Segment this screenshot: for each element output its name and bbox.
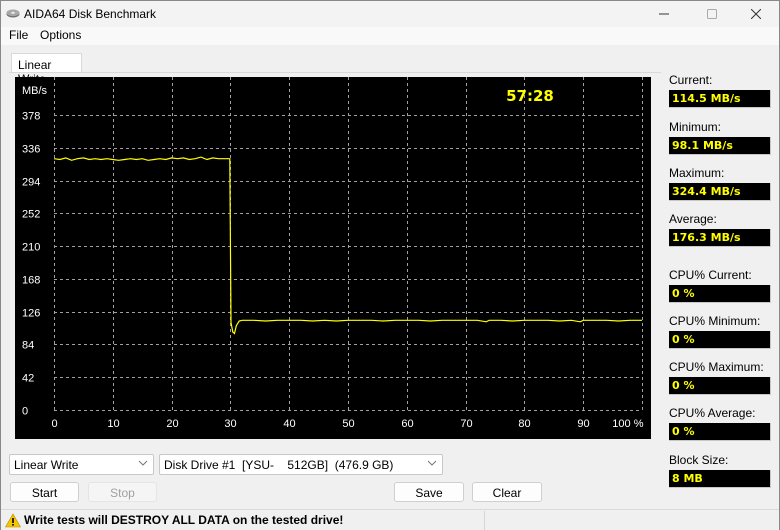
y-tick-label: 210: [22, 242, 40, 254]
stat-label-current: Current:: [669, 73, 713, 87]
stat-value-minimum: 98.1 MB/s: [669, 137, 771, 155]
stat-value-cpu-current: 0 %: [669, 285, 771, 303]
menu-bar: File Options: [1, 27, 779, 45]
close-icon: [751, 9, 761, 19]
warning-icon: [5, 513, 21, 528]
stat-label-maximum: Maximum:: [669, 166, 725, 180]
chart-svg: 0 42 84 126 168 210 252 294 336 378 0 10 20 30 40 50 60 7…: [22, 77, 644, 430]
elapsed-timer: 57:28: [506, 87, 554, 105]
stat-value-cpu-average: 0 %: [669, 423, 771, 441]
stat-value-block-size: 8 MB: [669, 470, 771, 488]
aida64-disk-benchmark-window: AIDA64 Disk Benchmark File Options Linea…: [0, 0, 780, 530]
maximize-icon: [707, 9, 717, 19]
save-button[interactable]: Save: [394, 482, 464, 502]
status-bar: Write tests will DESTROY ALL DATA on the…: [1, 509, 779, 530]
stop-button[interactable]: Stop: [88, 482, 157, 502]
close-button[interactable]: [733, 1, 779, 27]
maximize-button[interactable]: [689, 1, 735, 27]
tab-linear-write[interactable]: Linear Write: [11, 53, 82, 86]
stat-value-maximum: 324.4 MB/s: [669, 183, 771, 201]
test-type-value: Linear Write: [14, 458, 79, 472]
y-tick-label: 84: [22, 340, 34, 352]
minimize-icon: [659, 13, 669, 15]
status-separator: [484, 511, 485, 530]
stat-value-cpu-minimum: 0 %: [669, 331, 771, 349]
y-tick-label: 126: [22, 308, 40, 320]
menu-options[interactable]: Options: [40, 28, 81, 42]
x-tick-label: 10: [107, 418, 119, 430]
stat-label-cpu-current: CPU% Current:: [669, 268, 752, 282]
stat-label-block-size: Block Size:: [669, 453, 729, 467]
drive-value: Disk Drive #1 [YSU- 512GB] (476.9 GB): [164, 458, 394, 472]
tab-panel-divider: [9, 72, 661, 73]
y-tick-label: 0: [22, 406, 28, 418]
chevron-down-icon: [138, 460, 148, 466]
stat-label-cpu-minimum: CPU% Minimum:: [669, 314, 761, 328]
x-tick-label: 50: [342, 418, 354, 430]
clear-button[interactable]: Clear: [472, 482, 542, 502]
x-tick-label: 90: [577, 418, 589, 430]
x-tick-label: 40: [283, 418, 295, 430]
x-tick-label: 20: [166, 418, 178, 430]
minimize-button[interactable]: [641, 1, 687, 27]
stat-value-average: 176.3 MB/s: [669, 229, 771, 247]
y-tick-label: 168: [22, 275, 40, 287]
stat-label-cpu-maximum: CPU% Maximum:: [669, 360, 764, 374]
x-tick-label: 0: [51, 418, 57, 430]
stat-label-cpu-average: CPU% Average:: [669, 406, 756, 420]
x-tick-label: 100 %: [612, 418, 643, 430]
stat-label-minimum: Minimum:: [669, 120, 722, 134]
stat-value-current: 114.5 MB/s: [669, 90, 771, 108]
y-tick-label: 378: [22, 111, 40, 123]
chevron-down-icon: [427, 460, 437, 466]
start-button[interactable]: Start: [10, 482, 79, 502]
drive-select[interactable]: Disk Drive #1 [YSU- 512GB] (476.9 GB): [159, 454, 443, 475]
stat-label-average: Average:: [669, 212, 717, 226]
benchmark-chart: 0 42 84 126 168 210 252 294 336 378 0 10 20 30 40 50 60 7…: [15, 77, 651, 439]
disk-app-icon: [6, 9, 20, 18]
y-tick-label: 42: [22, 373, 34, 385]
window-title: AIDA64 Disk Benchmark: [24, 7, 157, 21]
y-tick-label: 336: [22, 144, 40, 156]
x-tick-label: 70: [460, 418, 472, 430]
x-tick-label: 60: [401, 418, 413, 430]
y-tick-label: 294: [22, 177, 40, 189]
warning-message: Write tests will DESTROY ALL DATA on the…: [24, 513, 344, 527]
title-bar: AIDA64 Disk Benchmark: [1, 1, 779, 27]
y-tick-label: 252: [22, 209, 40, 221]
y-axis-label: MB/s: [22, 85, 48, 97]
stat-value-cpu-maximum: 0 %: [669, 377, 771, 395]
x-tick-label: 30: [224, 418, 236, 430]
menu-file[interactable]: File: [9, 28, 28, 42]
x-tick-label: 80: [518, 418, 530, 430]
test-type-select[interactable]: Linear Write: [9, 454, 154, 475]
